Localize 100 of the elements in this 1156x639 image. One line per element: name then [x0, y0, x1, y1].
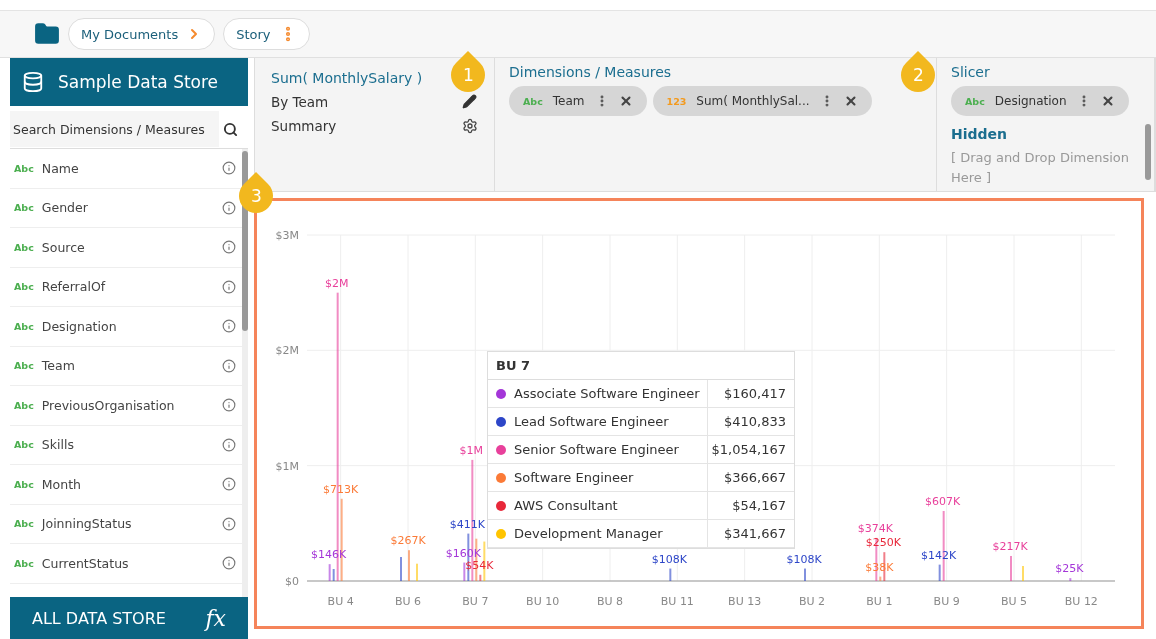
data-label: $142K: [921, 548, 957, 562]
close-icon[interactable]: [843, 94, 858, 108]
axis-label: BU 12: [1064, 595, 1098, 608]
info-icon[interactable]: [222, 437, 236, 452]
field-name: Skills: [41, 437, 75, 453]
axis-label: BU 9: [933, 595, 960, 608]
group-label: By Team: [271, 94, 330, 110]
tooltip-label: Senior Software Engineer: [514, 442, 679, 457]
axis-label: BU 1: [866, 595, 893, 608]
scrollbar[interactable]: [242, 149, 248, 597]
field-name: Source: [41, 239, 86, 255]
tooltip-label: Software Engineer: [514, 470, 634, 485]
data-label: $607K: [925, 495, 961, 508]
type-tag: Abc: [14, 281, 34, 293]
tooltip-label: AWS Consultant: [514, 498, 618, 513]
measure-title: Sum( MonthlySalary ): [271, 70, 424, 86]
section-title: Dimensions / Measures: [509, 64, 672, 80]
type-tag: Abc: [14, 439, 34, 451]
footer-label: ALL DATA STORE: [32, 608, 166, 628]
database-icon: [22, 71, 44, 93]
data-label: $250K: [865, 536, 901, 550]
type-tag: Abc: [14, 557, 34, 569]
field-name: ReferralOf: [41, 279, 107, 295]
info-icon[interactable]: [222, 358, 236, 373]
data-label: $1M: [459, 443, 484, 457]
breadcrumb-item[interactable]: Story: [223, 18, 310, 50]
tooltip-label: Associate Software Engineer: [514, 386, 700, 401]
chip-label: Designation: [994, 94, 1067, 108]
footer-bar[interactable]: ALL DATA STORE fx: [10, 597, 248, 639]
info-icon[interactable]: [222, 398, 236, 413]
scrollbar[interactable]: [1145, 124, 1151, 180]
axis-label: BU 10: [526, 595, 560, 608]
axis-label: BU 2: [798, 595, 826, 608]
type-tag: Abc: [14, 162, 34, 174]
data-label: $108K: [651, 552, 687, 566]
tooltip-value: $410,833: [722, 413, 787, 431]
axis-label: $2M: [275, 344, 299, 358]
close-icon[interactable]: [1100, 94, 1115, 108]
tooltip-value: $54,167: [731, 497, 787, 515]
section-title: Hidden: [951, 126, 1008, 142]
search-icon[interactable]: [223, 121, 238, 137]
tooltip-value: $366,667: [722, 469, 787, 487]
tooltip-value: $341,667: [722, 525, 787, 543]
type-tag: Abc: [14, 478, 34, 490]
tooltip-value: $1,054,167: [710, 441, 787, 459]
formula-label[interactable]: fx: [205, 605, 226, 631]
info-icon[interactable]: [222, 477, 236, 492]
axis-label: BU 13: [728, 595, 762, 608]
info-icon[interactable]: [222, 556, 236, 571]
axis-label: BU 11: [660, 595, 694, 608]
info-icon[interactable]: [222, 240, 236, 255]
data-label: $411K: [449, 517, 485, 531]
field-chip[interactable]: Abc Team: [509, 86, 647, 116]
edit-icon[interactable]: [462, 94, 477, 109]
type-tag: Abc: [523, 95, 543, 107]
chip-label: Sum( MonthlySal...: [696, 94, 810, 108]
tooltip-value: $160,417: [722, 385, 787, 403]
field-name: Designation: [41, 318, 118, 334]
chip-label: Team: [552, 94, 585, 108]
breadcrumb-item[interactable]: My Documents: [68, 18, 216, 50]
type-tag: Abc: [14, 241, 34, 253]
data-label: $217K: [992, 539, 1028, 553]
close-icon[interactable]: [618, 94, 633, 108]
field-name: CurrentStatus: [41, 555, 130, 571]
info-icon[interactable]: [222, 161, 236, 176]
tooltip-title: BU 7: [488, 352, 794, 380]
data-label: $2M: [324, 276, 349, 290]
data-label: $267K: [390, 534, 426, 548]
type-tag: Abc: [14, 320, 34, 332]
summary-label: Summary: [271, 118, 338, 134]
axis-label: $0: [285, 575, 299, 588]
data-label: $25K: [1055, 562, 1084, 576]
info-icon[interactable]: [222, 319, 236, 334]
field-chip[interactable]: Abc Designation: [951, 86, 1129, 116]
field-chip[interactable]: 123 Sum( MonthlySal...: [652, 86, 872, 116]
axis-label: $1M: [275, 459, 299, 473]
drop-hint: [ Drag and Drop Dimension Here ]: [951, 149, 1130, 187]
section-title: Slicer: [951, 64, 990, 80]
field-name: Gender: [41, 200, 89, 216]
folder-icon[interactable]: [34, 21, 60, 47]
bar: [1069, 578, 1072, 581]
data-label: $374K: [857, 521, 893, 535]
info-icon[interactable]: [222, 516, 236, 531]
axis-label: BU 8: [596, 595, 624, 608]
info-icon[interactable]: [222, 279, 236, 294]
search-field[interactable]: Search Dimensions / Measures: [10, 111, 219, 147]
data-label: $108K: [786, 552, 822, 566]
field-name: Name: [41, 160, 80, 176]
type-tag: Abc: [14, 202, 34, 214]
info-icon[interactable]: [222, 200, 236, 215]
type-tag: Abc: [14, 399, 34, 411]
type-tag: 123: [666, 95, 687, 107]
axis-label: BU 6: [394, 595, 422, 608]
axis-label: BU 5: [1000, 595, 1028, 608]
field-name: PreviousOrganisation: [41, 397, 176, 413]
settings-icon[interactable]: [462, 118, 478, 134]
type-tag: Abc: [965, 95, 985, 107]
field-name: JoinningStatus: [41, 516, 133, 532]
axis-label: BU 7: [462, 595, 489, 608]
field-name: Month: [41, 476, 82, 492]
